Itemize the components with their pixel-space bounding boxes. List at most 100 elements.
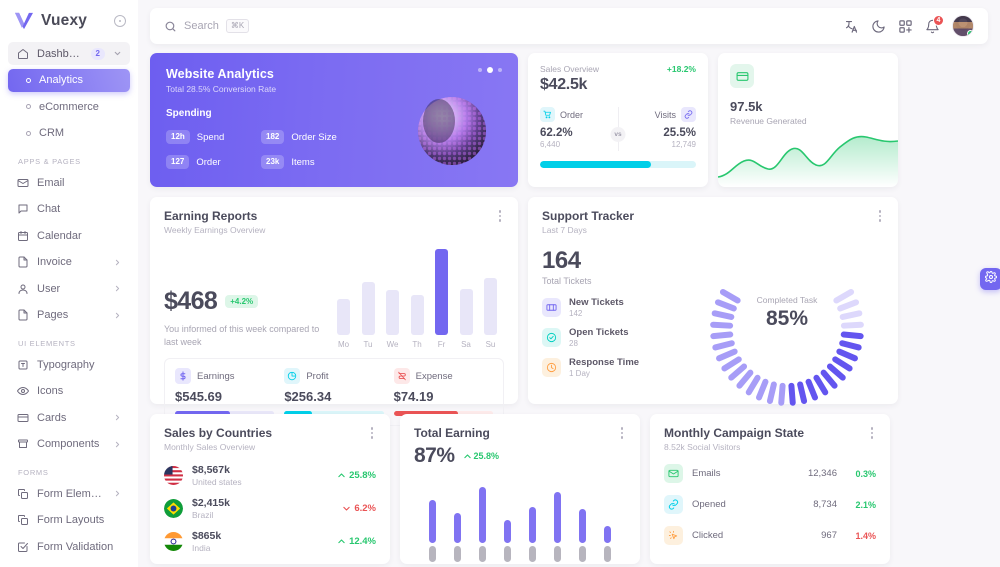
card-subtitle: Last 7 Days — [542, 225, 587, 235]
support-rows: New Tickets 142 Open Tickets 28 Response… — [542, 297, 690, 378]
bar-segment-earning — [554, 491, 561, 544]
shortcuts-grid-icon[interactable] — [898, 19, 913, 34]
eye-icon — [16, 385, 29, 398]
ticket-icon — [542, 298, 561, 317]
gauge-segment — [710, 331, 734, 340]
carousel-dot[interactable] — [478, 68, 482, 72]
online-status-dot — [967, 30, 973, 36]
visits-percent: 25.5% — [663, 127, 696, 139]
weekly-earnings-bar-chart: Mo Tu We Th Fr Sa Su — [332, 241, 504, 349]
breakdown-label: Expense — [415, 370, 453, 382]
bar-segment-earning — [454, 513, 461, 544]
gauge-segment — [788, 382, 796, 406]
bar — [386, 290, 399, 335]
monthly-campaign-card: Monthly Campaign State 8.52k Social Visi… — [650, 414, 890, 564]
completed-task-gauge: Completed Task 85% — [690, 247, 884, 406]
sidebar-item-label: User — [37, 282, 61, 295]
chat-icon — [16, 203, 29, 216]
search-icon — [164, 20, 177, 33]
bar-column — [453, 513, 462, 562]
sidebar-item-label: Cards — [37, 411, 67, 424]
sidebar-item-pages[interactable]: Pages — [8, 304, 130, 327]
sidebar-item-form-elements[interactable]: Form Elements — [8, 482, 130, 505]
sidebar-item-crm[interactable]: CRM — [8, 122, 130, 145]
sidebar-item-icons[interactable]: Icons — [8, 380, 130, 403]
sidebar-item-user[interactable]: User — [8, 277, 130, 300]
bell-icon[interactable]: 4 — [925, 14, 944, 34]
more-options-icon[interactable] — [494, 209, 506, 223]
sidebar-item-cards[interactable]: Cards — [8, 406, 130, 429]
sidebar-item-analytics[interactable]: Analytics — [8, 68, 130, 92]
sidebar-item-form-layouts[interactable]: Form Layouts — [8, 509, 130, 532]
bar-column: Fr — [432, 249, 451, 349]
gauge-segment — [745, 374, 761, 396]
gauge-segment — [832, 356, 853, 372]
support-row-new-tickets: New Tickets 142 — [542, 297, 690, 318]
sidebar-item-typography[interactable]: Typography — [8, 353, 130, 376]
sidebar: Vuexy Dashboards 2 Analytics eC — [0, 0, 138, 567]
country-list: $8,567k United states 25.8% $2,415k Braz… — [164, 464, 376, 553]
sidebar-item-calendar[interactable]: Calendar — [8, 224, 130, 247]
chevron-right-icon — [113, 284, 122, 293]
carousel-dots[interactable] — [478, 67, 502, 73]
sidebar-item-email[interactable]: Email — [8, 171, 130, 194]
bar-segment-earning — [579, 509, 586, 544]
settings-fab-button[interactable] — [980, 268, 1000, 290]
gauge-segment — [716, 348, 738, 362]
stat-label: Order Size — [291, 131, 337, 143]
more-options-icon[interactable] — [616, 426, 628, 440]
sidebar-section-charts: CHARTS — [8, 562, 130, 567]
card-slash-icon — [393, 368, 410, 384]
revenue-area-chart — [718, 125, 898, 187]
stat-label: Order — [196, 156, 221, 168]
carousel-dot[interactable] — [498, 68, 502, 72]
bar-segment-expense — [554, 546, 561, 562]
breakdown-value: $74.19 — [393, 389, 434, 404]
sidebar-item-components[interactable]: Components — [8, 433, 130, 456]
stat-items: 23k Items — [261, 155, 356, 169]
mail-icon — [16, 176, 29, 189]
bar-segment-earning — [529, 507, 536, 544]
sidebar-item-label: eCommerce — [39, 100, 99, 113]
gear-icon — [985, 270, 998, 288]
gauge-segment — [797, 381, 808, 405]
sidebar-item-label: Calendar — [37, 229, 82, 242]
sidebar-item-ecommerce[interactable]: eCommerce — [8, 95, 130, 118]
carousel-dot-active[interactable] — [487, 67, 493, 73]
country-name: India — [192, 543, 211, 553]
moon-icon[interactable] — [871, 19, 886, 34]
more-options-icon[interactable] — [366, 426, 378, 440]
gauge-segment — [813, 374, 829, 396]
user-avatar[interactable] — [952, 15, 974, 37]
support-row-response-time: Response Time 1 Day — [542, 357, 690, 378]
pin-circle-icon[interactable] — [114, 15, 126, 27]
earning-body: $468 +4.2% You informed of this week com… — [164, 241, 504, 349]
sidebar-item-chat[interactable]: Chat — [8, 198, 130, 221]
total-earning-percent: 87% — [414, 444, 455, 467]
sales-by-countries-card: Sales by Countries Monthly Sales Overvie… — [150, 414, 390, 564]
bar-label: Fr — [437, 340, 446, 349]
brand[interactable]: Vuexy — [0, 0, 138, 42]
revenue-value: 97.5k — [730, 99, 763, 114]
sidebar-item-form-validation[interactable]: Form Validation — [8, 535, 130, 558]
more-options-icon[interactable] — [874, 209, 886, 223]
visits-label: Visits — [654, 109, 676, 120]
card-subtitle: Monthly Sales Overview — [164, 442, 256, 452]
sidebar-item-invoice[interactable]: Invoice — [8, 251, 130, 274]
card-title: Total Earning — [414, 426, 490, 440]
gauge-segment — [820, 369, 838, 389]
bar-segment-expense — [429, 546, 436, 562]
sidebar-item-dashboards[interactable]: Dashboards 2 — [8, 42, 130, 65]
search-input[interactable]: Search ⌘K — [164, 19, 844, 33]
gauge-segment — [721, 356, 742, 372]
notification-badge: 4 — [933, 14, 944, 26]
earning-delta-badge: +4.2% — [225, 294, 259, 308]
more-options-icon[interactable] — [866, 426, 878, 440]
gauge-segment — [756, 378, 769, 401]
sidebar-item-label: Dashboards — [37, 47, 83, 60]
in-flag-icon — [164, 532, 183, 551]
chevron-right-icon — [113, 489, 122, 498]
order-label: Order — [560, 109, 584, 120]
translate-icon[interactable] — [844, 19, 859, 34]
order-percent: 62.2% — [540, 127, 573, 139]
